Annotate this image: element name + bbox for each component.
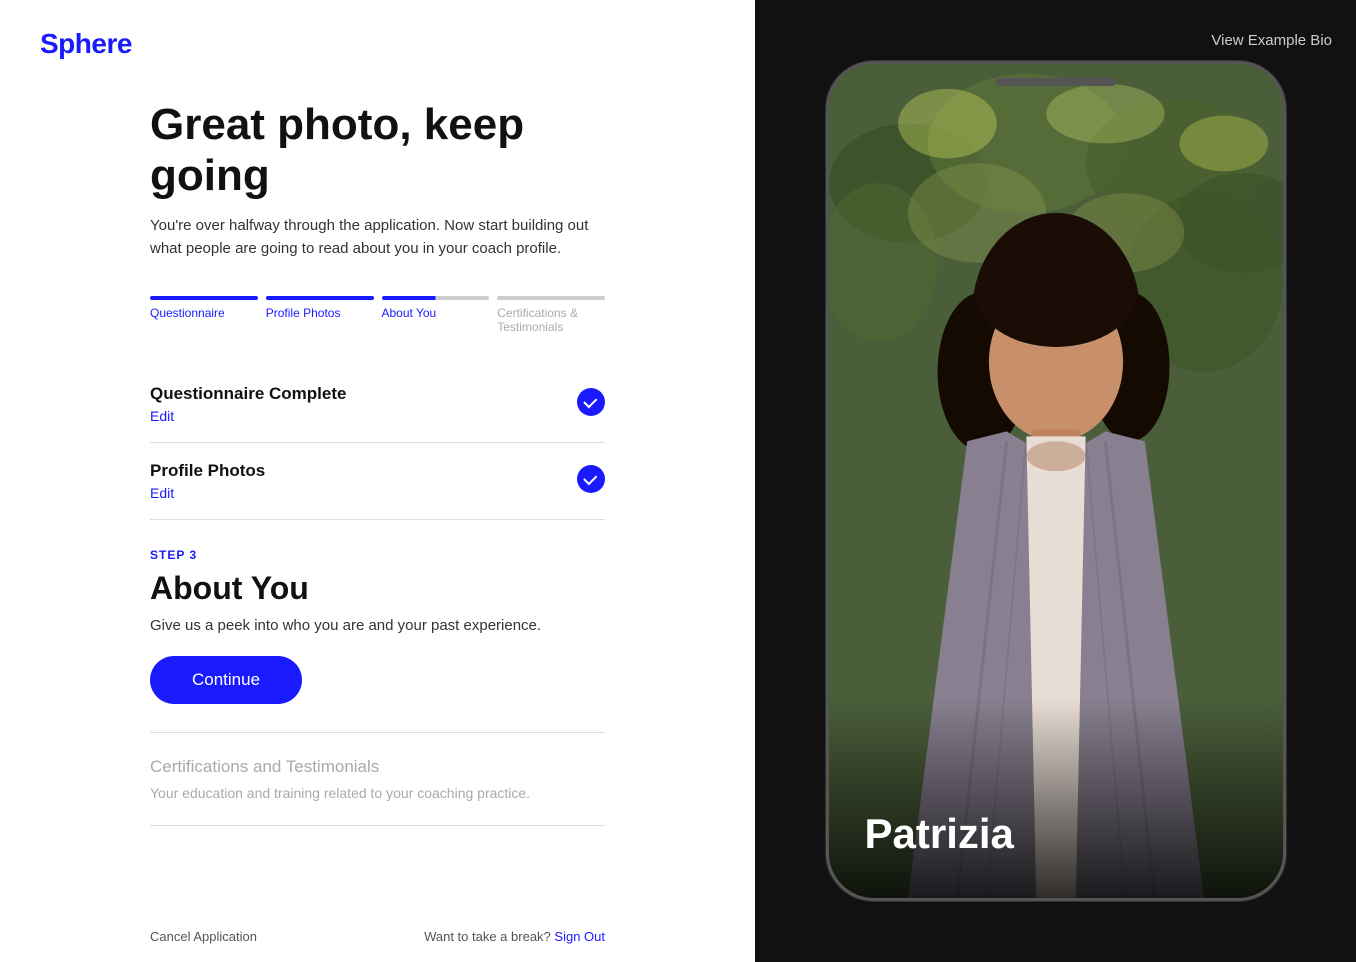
cancel-application-button[interactable]: Cancel Application (150, 929, 257, 944)
progress-segment-3 (382, 296, 490, 300)
questionnaire-section-header: Questionnaire Complete Edit (150, 384, 605, 426)
phone-side-button (1283, 264, 1286, 324)
right-panel: View Example Bio (755, 0, 1356, 962)
progress-label-1: Questionnaire (150, 306, 258, 334)
view-example-bio-link[interactable]: View Example Bio (1211, 32, 1332, 49)
divider-1 (150, 732, 605, 733)
progress-labels: Questionnaire Profile Photos About You C… (150, 306, 605, 334)
profile-photos-section-title: Profile Photos (150, 461, 265, 481)
profile-photos-section-header: Profile Photos Edit (150, 461, 605, 503)
left-panel: Sphere Great photo, keep going You're ov… (0, 0, 755, 962)
profile-photo: Patrizia (829, 64, 1283, 898)
profile-photos-section: Profile Photos Edit (150, 443, 605, 520)
phone-mockup: Patrizia (826, 61, 1286, 901)
photo-gradient (829, 698, 1283, 898)
questionnaire-section-left: Questionnaire Complete Edit (150, 384, 346, 426)
profile-photos-section-left: Profile Photos Edit (150, 461, 265, 503)
progress-label-2: Profile Photos (266, 306, 374, 334)
questionnaire-check-icon (577, 388, 605, 416)
step-desc: Give us a peek into who you are and your… (150, 617, 605, 634)
continue-button[interactable]: Continue (150, 656, 302, 704)
cert-divider (150, 825, 605, 826)
progress-label-4: Certifications & Testimonials (497, 306, 605, 334)
footer-break-text: Want to take a break? Sign Out (424, 929, 605, 944)
step-title: About You (150, 570, 605, 607)
questionnaire-edit-link[interactable]: Edit (150, 408, 174, 424)
profile-photos-edit-link[interactable]: Edit (150, 485, 174, 501)
sign-out-link[interactable]: Sign Out (554, 929, 605, 944)
step-label: STEP 3 (150, 548, 605, 562)
cert-section-title: Certifications and Testimonials (150, 757, 605, 777)
progress-segment-1 (150, 296, 258, 300)
progress-label-3: About You (382, 306, 490, 334)
logo: Sphere (40, 28, 132, 59)
progress-segment-2 (266, 296, 374, 300)
cert-section-desc: Your education and training related to y… (150, 785, 605, 801)
footer: Cancel Application Want to take a break?… (0, 911, 755, 962)
certifications-section: Certifications and Testimonials Your edu… (150, 757, 605, 826)
step3-section: STEP 3 About You Give us a peek into who… (150, 548, 605, 732)
page-title: Great photo, keep going (150, 100, 605, 201)
logo-area: Sphere (0, 0, 755, 60)
questionnaire-section: Questionnaire Complete Edit (150, 366, 605, 443)
main-content: Great photo, keep going You're over half… (0, 60, 755, 911)
profile-photos-check-icon (577, 465, 605, 493)
questionnaire-section-title: Questionnaire Complete (150, 384, 346, 404)
profile-name: Patrizia (865, 810, 1014, 858)
progress-bar (150, 296, 605, 300)
phone-notch (996, 78, 1116, 86)
progress-segment-4 (497, 296, 605, 300)
page-subtitle: You're over halfway through the applicat… (150, 215, 605, 260)
